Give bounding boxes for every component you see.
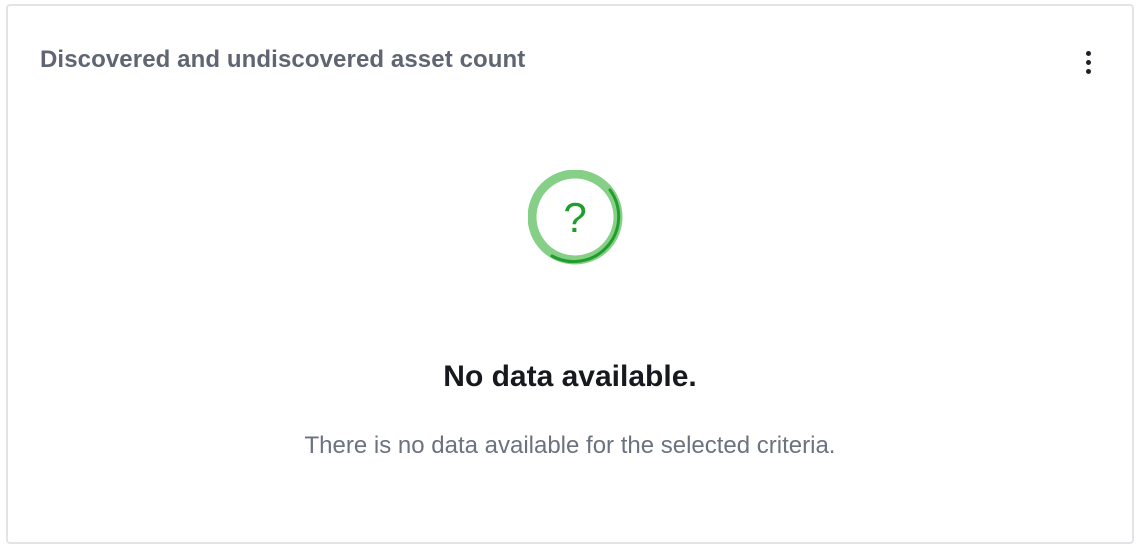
question-mark-glyph: ? [563, 194, 586, 241]
widget-header: Discovered and undiscovered asset count [8, 6, 1132, 118]
more-vertical-icon-dot [1085, 68, 1091, 74]
question-circle-svg: ? [527, 169, 623, 265]
more-options-button[interactable] [1076, 46, 1100, 78]
more-vertical-icon-dot [1085, 59, 1091, 65]
empty-state-message: There is no data available for the selec… [304, 432, 836, 459]
question-circle-icon: ? [527, 169, 626, 268]
empty-state-title: No data available. [443, 360, 697, 393]
asset-count-widget: Discovered and undiscovered asset count … [6, 4, 1134, 544]
more-vertical-icon [1085, 50, 1091, 56]
widget-title: Discovered and undiscovered asset count [40, 46, 526, 73]
